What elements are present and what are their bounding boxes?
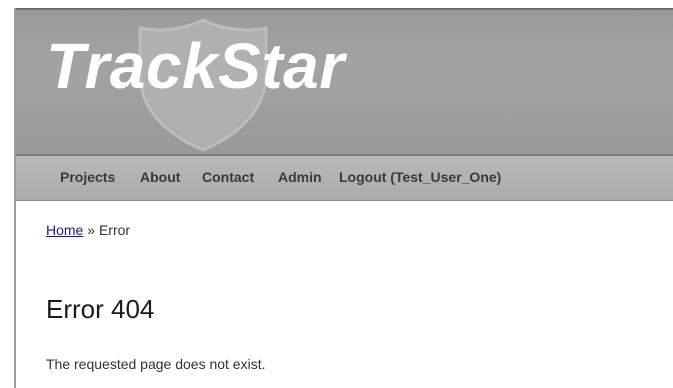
breadcrumb-separator: » [87, 222, 99, 238]
page-title: Error 404 [46, 294, 155, 324]
nav-admin[interactable]: Admin [278, 169, 322, 185]
nav-logout[interactable]: Logout (Test_User_One) [339, 169, 501, 185]
nav-projects[interactable]: Projects [60, 169, 115, 185]
breadcrumb-home-link[interactable]: Home [46, 222, 83, 238]
site-header: TrackStar [16, 8, 673, 156]
page: TrackStar Projects About Contact Admin L… [0, 0, 673, 388]
breadcrumb: Home » Error [46, 222, 130, 238]
breadcrumb-current: Error [98, 222, 131, 238]
nav-contact[interactable]: Contact [202, 169, 254, 185]
header-top-border [16, 8, 673, 10]
error-message: The requested page does not exist. [46, 356, 266, 372]
site-logo[interactable]: TrackStar [46, 26, 345, 106]
main-navigation: Projects About Contact Admin Logout (Tes… [16, 156, 673, 201]
nav-about[interactable]: About [140, 169, 180, 185]
